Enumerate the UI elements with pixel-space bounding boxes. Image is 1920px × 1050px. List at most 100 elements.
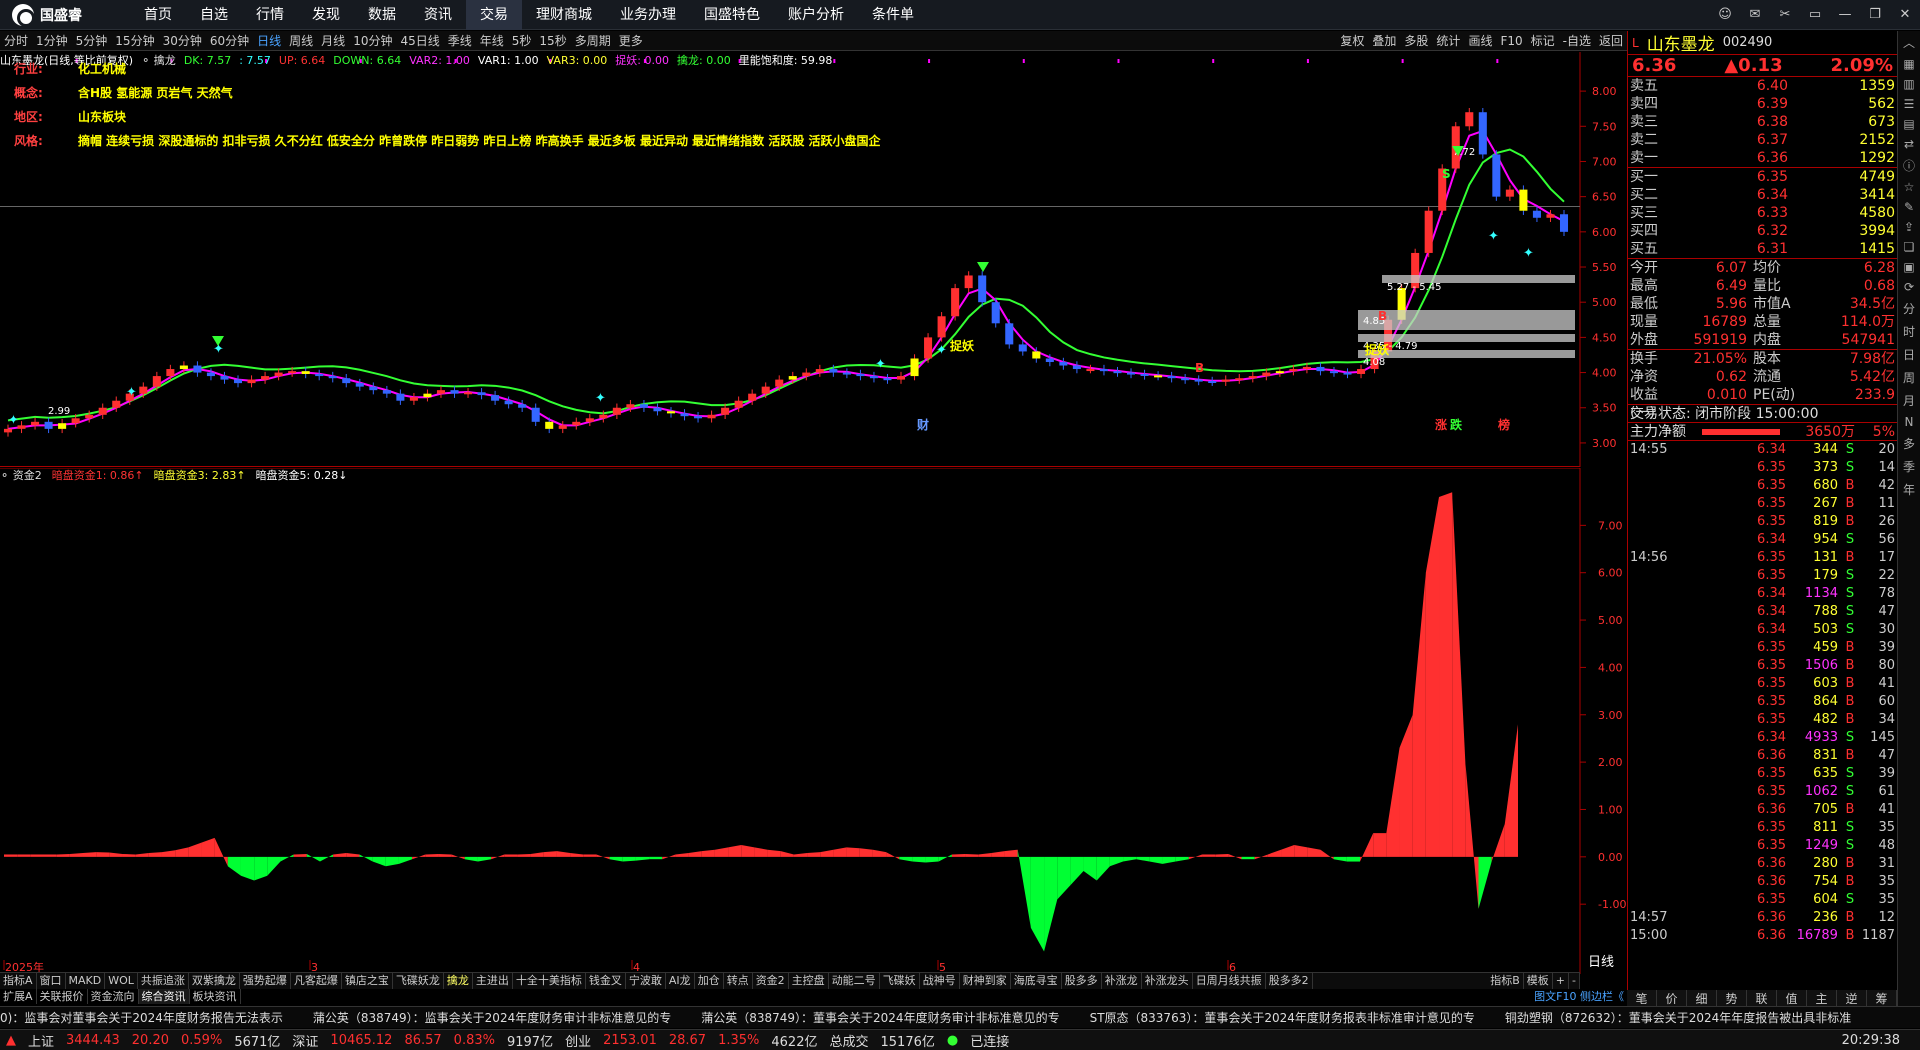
nav-item[interactable]: 自选 — [186, 0, 242, 30]
quote-tab[interactable]: 笔 — [1627, 990, 1657, 1006]
nav-item[interactable]: 条件单 — [858, 0, 928, 30]
nav-item[interactable]: 理财商城 — [522, 0, 606, 30]
bid-row[interactable]: 买一 6.35 4749 — [1628, 168, 1897, 186]
period-tab[interactable]: 60分钟 — [206, 31, 253, 51]
ask-row[interactable]: 卖一 6.36 1292 — [1628, 149, 1897, 167]
bid-row[interactable]: 买三 6.33 4580 — [1628, 204, 1897, 222]
indicator-tab[interactable]: 指标A — [0, 973, 37, 989]
news-item[interactable]: 铜劲塑钢（872632）：董事会关于2024年年度报告被出具非标准 — [1505, 1011, 1851, 1025]
nav-item[interactable]: 首页 — [130, 0, 186, 30]
chart-tool-button[interactable]: F10 — [1496, 31, 1526, 51]
compare-icon[interactable]: ⇄ — [1904, 137, 1914, 151]
screen-icon[interactable]: ▭ — [1800, 0, 1830, 30]
indicator-tool[interactable]: - — [1569, 973, 1580, 989]
period-tab[interactable]: 多周期 — [571, 31, 615, 51]
ask-row[interactable]: 卖三 6.38 673 — [1628, 113, 1897, 131]
indicator-tab[interactable]: 转点 — [724, 973, 753, 989]
refresh-icon[interactable]: ⟳ — [1904, 280, 1914, 294]
period-tab[interactable]: 季线 — [444, 31, 476, 51]
sh-index-name[interactable]: 上证 — [28, 1031, 54, 1050]
nav-item[interactable]: 资讯 — [410, 0, 466, 30]
side-period-label[interactable]: 年 — [1903, 481, 1915, 498]
bid-row[interactable]: 买二 6.34 3414 — [1628, 186, 1897, 204]
news-item[interactable]: 蒲公英（838749）：董事会关于2024年度财务审计非标准意见的专 — [701, 1011, 1059, 1025]
app-logo[interactable]: 国盛睿 — [0, 3, 130, 27]
indicator-tab[interactable]: 窗口 — [37, 973, 66, 989]
cy-index-name[interactable]: 创业 — [565, 1031, 591, 1050]
restore-icon[interactable]: ❐ — [1860, 0, 1890, 30]
indicator-tab[interactable]: 财神到家 — [960, 973, 1011, 989]
nav-item[interactable]: 发现 — [298, 0, 354, 30]
indicator-tab[interactable]: 钱金叉 — [586, 973, 626, 989]
indicator-tab[interactable]: 擒龙 — [444, 973, 473, 989]
bid-row[interactable]: 买四 6.32 3994 — [1628, 222, 1897, 240]
chart-icon[interactable]: ▥ — [1903, 77, 1914, 91]
period-tab[interactable]: 5分钟 — [72, 31, 112, 51]
period-tab[interactable]: 10分钟 — [349, 31, 396, 51]
edit-icon[interactable]: ✎ — [1904, 200, 1914, 214]
nav-item[interactable]: 交易 — [466, 0, 522, 30]
chart-tool-button[interactable]: 画线 — [1464, 31, 1496, 51]
indicator-tab[interactable]: WOL — [105, 973, 138, 989]
kline-chart[interactable]: 3.00 3.50 4.00 4.50 5.00 5.50 6.00 6.50 7.00 7.50… — [0, 52, 1627, 467]
indicator-tool[interactable]: + — [1553, 973, 1570, 989]
ask-row[interactable]: 卖二 6.37 2152 — [1628, 131, 1897, 149]
news-item[interactable]: 0)：监事会对董事会关于2024年度财务报告无法表示 — [0, 1011, 283, 1025]
quote-tab[interactable]: 势 — [1717, 990, 1747, 1006]
quote-tab[interactable]: 筹 — [1867, 990, 1897, 1006]
period-tab[interactable]: 分时 — [0, 31, 32, 51]
indicator-tab[interactable]: 镇店之宝 — [342, 973, 393, 989]
chat-icon[interactable]: ☺ — [1710, 0, 1740, 30]
close-icon[interactable]: ✕ — [1890, 0, 1920, 30]
quote-tab[interactable]: 联 — [1747, 990, 1777, 1006]
quote-tab[interactable]: 主 — [1807, 990, 1837, 1006]
indicator-tab[interactable]: 日周月线共振 — [1193, 973, 1266, 989]
period-tab[interactable]: 45日线 — [396, 31, 443, 51]
tools-icon[interactable]: ✂ — [1770, 0, 1800, 30]
indicator-tab[interactable]: 十全十美指标 — [513, 973, 586, 989]
indicator-tab[interactable]: 动能二号 — [829, 973, 880, 989]
side-period-label[interactable]: 季 — [1903, 458, 1915, 475]
news-item[interactable]: 蒲公英（838749）：监事会关于2024年度财务审计非标准意见的专 — [313, 1011, 671, 1025]
ask-row[interactable]: 卖五 6.40 1359 — [1628, 77, 1897, 95]
side-period-label[interactable]: 周 — [1903, 369, 1915, 386]
indicator-tab[interactable]: 强势起爆 — [240, 973, 291, 989]
side-period-label[interactable]: 多 — [1903, 435, 1915, 452]
bottom-right-links[interactable]: 图文F10 侧边栏《 — [1531, 989, 1627, 1004]
nav-item[interactable]: 数据 — [354, 0, 410, 30]
chart-tool-button[interactable]: 复权 — [1336, 31, 1368, 51]
share-icon[interactable]: ⇪ — [1904, 220, 1914, 234]
up-arrow-icon[interactable]: ︿ — [1903, 34, 1915, 51]
nav-item[interactable]: 账户分析 — [774, 0, 858, 30]
news-ticker[interactable]: 0)：监事会对董事会关于2024年度财务报告无法表示 蒲公英（838749）：监事… — [0, 1006, 1920, 1028]
indicator-tab[interactable]: 海底寻宝 — [1011, 973, 1062, 989]
side-period-label[interactable]: 时 — [1903, 323, 1915, 340]
indicator-tab[interactable]: 双紫擒龙 — [189, 973, 240, 989]
side-period-label[interactable]: 分 — [1903, 300, 1915, 317]
nav-item[interactable]: 业务办理 — [606, 0, 690, 30]
layers-icon[interactable]: ▣ — [1903, 260, 1914, 274]
period-tab[interactable]: 15分钟 — [111, 31, 158, 51]
chart-tool-button[interactable]: 统计 — [1432, 31, 1464, 51]
nav-item[interactable]: 行情 — [242, 0, 298, 30]
indicator-tool[interactable]: 模板 — [1524, 973, 1553, 989]
indicator-tab[interactable]: 主进出 — [473, 973, 513, 989]
indicator-tab[interactable]: 补涨龙头 — [1142, 973, 1193, 989]
period-tab[interactable]: 5秒 — [508, 31, 536, 51]
side-period-label[interactable]: N — [1905, 415, 1914, 429]
sz-index-name[interactable]: 深证 — [292, 1031, 318, 1050]
indicator-tab[interactable]: 股多多2 — [1266, 973, 1313, 989]
tick-list[interactable]: 14:55 6.34 344 S 20 6.35 373 S 14 6.35 680 B 42 6.35 2… — [1628, 441, 1897, 945]
nav-item[interactable]: 国盛特色 — [690, 0, 774, 30]
bottom-tab[interactable]: 资金流向 — [88, 989, 139, 1004]
bottom-tab[interactable]: 板块资讯 — [190, 989, 241, 1004]
fund-flow-chart[interactable]: -1.000.001.002.003.004.005.006.007.00202… — [0, 468, 1627, 974]
bottom-tab[interactable]: 扩展A — [0, 989, 37, 1004]
chart-tool-button[interactable]: 返回 — [1595, 31, 1627, 51]
calendar-icon[interactable]: ▤ — [1903, 117, 1914, 131]
period-tab[interactable]: 更多 — [615, 31, 647, 51]
indicator-tab[interactable]: 补涨龙 — [1102, 973, 1142, 989]
list-icon[interactable]: ☰ — [1904, 97, 1915, 111]
quote-tab[interactable]: 值 — [1777, 990, 1807, 1006]
period-tab[interactable]: 15秒 — [535, 31, 570, 51]
